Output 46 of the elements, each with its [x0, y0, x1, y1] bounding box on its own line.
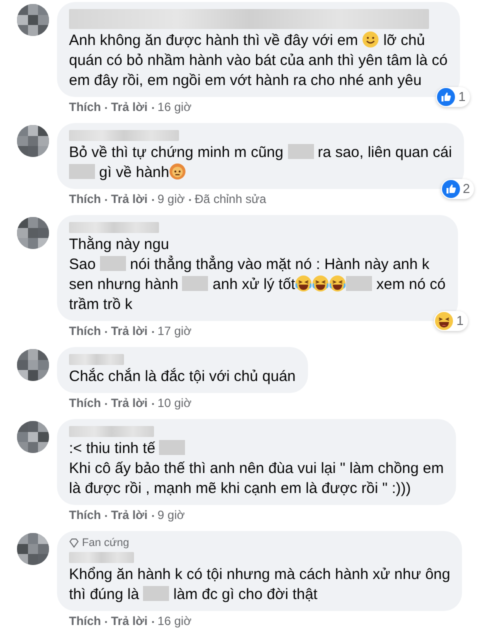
reply-link[interactable]: Trả lời	[111, 508, 148, 523]
censored-block	[346, 276, 372, 291]
laughing-face-icon	[329, 275, 346, 292]
timestamp: 17 giờ	[158, 324, 192, 339]
reply-link[interactable]: Trả lời	[111, 192, 148, 207]
avatar[interactable]	[17, 421, 49, 453]
avatar[interactable]	[17, 533, 49, 565]
timestamp: 16 giờ	[158, 100, 192, 115]
reply-link[interactable]: Trả lời	[111, 396, 148, 411]
like-link[interactable]: Thích	[69, 508, 101, 523]
reaction-count[interactable]: 1	[434, 311, 468, 331]
laughing-face-icon	[312, 275, 330, 292]
timestamp: 9 giờ	[158, 192, 185, 207]
like-link[interactable]: Thích	[69, 324, 101, 339]
avatar[interactable]	[17, 4, 49, 36]
edited-label: Đã chỉnh sửa	[194, 192, 266, 207]
reply-link[interactable]: Trả lời	[111, 614, 148, 629]
censored-block	[69, 164, 95, 179]
laughing-face-icon	[435, 312, 454, 330]
comment-text: :< thiu tinh tế Khi cô ấy bảo thế thì anh nên đùa vui lại " làm chồng em là được rồi , mạnh mẽ khi cạnh em là được rồi " :)))	[69, 439, 444, 499]
censored-block	[288, 144, 314, 159]
laughing-face-icon	[295, 275, 312, 292]
censored-block	[143, 586, 170, 601]
fan-badge: Fan cứng	[69, 536, 450, 550]
avatar[interactable]	[17, 217, 49, 249]
like-link[interactable]: Thích	[69, 192, 101, 207]
reply-link[interactable]: Trả lời	[111, 100, 148, 115]
censored-block	[100, 256, 126, 271]
reaction-count[interactable]: 1	[436, 87, 470, 107]
avatar[interactable]	[17, 349, 49, 381]
timestamp: 16 giờ	[158, 614, 192, 629]
like-link[interactable]: Thích	[69, 100, 101, 115]
like-icon	[437, 88, 456, 106]
reply-link[interactable]: Trả lời	[111, 324, 148, 339]
comment-text: Khổng ăn hành k có tội nhưng mà cách hành xử như ông thì đúng là làm đc gì cho đời thật	[69, 565, 450, 605]
avatar[interactable]	[17, 125, 49, 157]
like-icon	[442, 180, 460, 198]
censored-block	[182, 276, 208, 291]
censored-block	[159, 440, 186, 455]
like-link[interactable]: Thích	[69, 396, 101, 411]
smiling-face-icon	[362, 31, 380, 48]
comment-text: Chắc chắn là đắc tội với chủ quán	[69, 367, 296, 387]
timestamp: 9 giờ	[158, 508, 185, 523]
like-link[interactable]: Thích	[69, 614, 101, 629]
timestamp: 10 giờ	[158, 396, 192, 411]
reaction-count[interactable]: 2	[440, 179, 474, 199]
